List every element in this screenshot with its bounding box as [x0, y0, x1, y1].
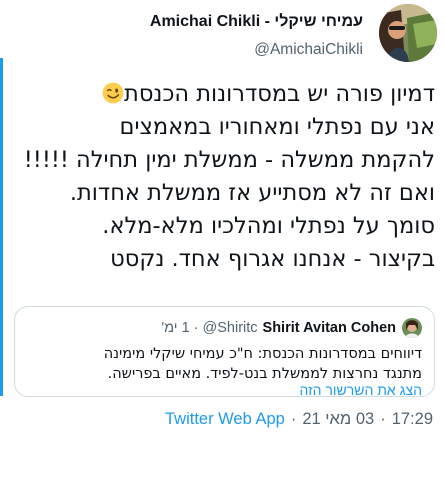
author-avatar[interactable] — [379, 4, 437, 62]
tweet-header: עמיחי שיקלי - Amichai Chikli @AmichaiChi… — [7, 4, 437, 64]
tweet-date[interactable]: 03 מאי 21 — [302, 410, 374, 429]
tweet-line: ואם זה לא מסתייע אז ממשלת אחדות. — [69, 180, 435, 206]
source-app-link[interactable]: Twitter Web App — [165, 410, 285, 429]
author-avatar-image — [379, 4, 437, 62]
tweet-meta: 17:29 · 03 מאי 21 · Twitter Web App — [165, 410, 433, 429]
quoted-author-handle: @Shiritc — [202, 320, 258, 336]
show-thread-link[interactable]: הצג את השרשור הזה — [300, 382, 422, 398]
selected-tweet-accent-bar — [0, 58, 3, 396]
tweet-line: בקיצור - אנחנו אגרוף אחד. נקסט — [110, 246, 435, 272]
quoted-tweet-line: דיווחים במסדרונות הכנסת: ח"כ עמיחי שיקלי… — [103, 346, 422, 362]
tweet-line: אני עם נפתלי ומאחוריו במאמצים — [119, 114, 435, 140]
tweet-line: סומך על נפתלי ומהלכיו מלא-מלא. — [102, 213, 435, 239]
tweet-line: דמיון פורה יש במסדרונות הכנסת — [7, 78, 435, 111]
quoted-author-avatar-image — [402, 318, 422, 338]
quoted-tweet-header: Shirit Avitan Cohen @Shiritc · 1 ימ' — [161, 318, 422, 338]
quoted-tweet-card[interactable]: Shirit Avitan Cohen @Shiritc · 1 ימ' דיו… — [14, 306, 435, 398]
tweet-text: דמיון פורה יש במסדרונות הכנסת אני עם נפת… — [7, 78, 435, 276]
separator-dot: · — [290, 410, 297, 428]
tweet-line: להקמת ממשלה - ממשלת ימין תחילה !!!!! — [23, 147, 435, 173]
quoted-tweet-text: דיווחים במסדרונות הכנסת: ח"כ עמיחי שיקלי… — [24, 344, 422, 384]
separator-dot: · — [193, 320, 199, 336]
quoted-author-avatar — [402, 318, 422, 338]
winking-face-emoji-icon — [102, 82, 124, 104]
separator-dot: · — [380, 410, 386, 428]
author-username[interactable]: @AmichaiChikli — [254, 41, 363, 59]
quoted-tweet-time: 1 ימ' — [161, 320, 190, 336]
tweet-time[interactable]: 17:29 — [392, 410, 433, 429]
tweet-line-text: דמיון פורה יש במסדרונות הכנסת — [124, 81, 435, 107]
quoted-tweet-line: מתנגד נחרצות לממשלת בנט-לפיד. מאיים בפרי… — [107, 366, 422, 382]
author-display-name[interactable]: עמיחי שיקלי - Amichai Chikli — [150, 13, 363, 31]
quoted-author-name: Shirit Avitan Cohen — [262, 320, 396, 336]
